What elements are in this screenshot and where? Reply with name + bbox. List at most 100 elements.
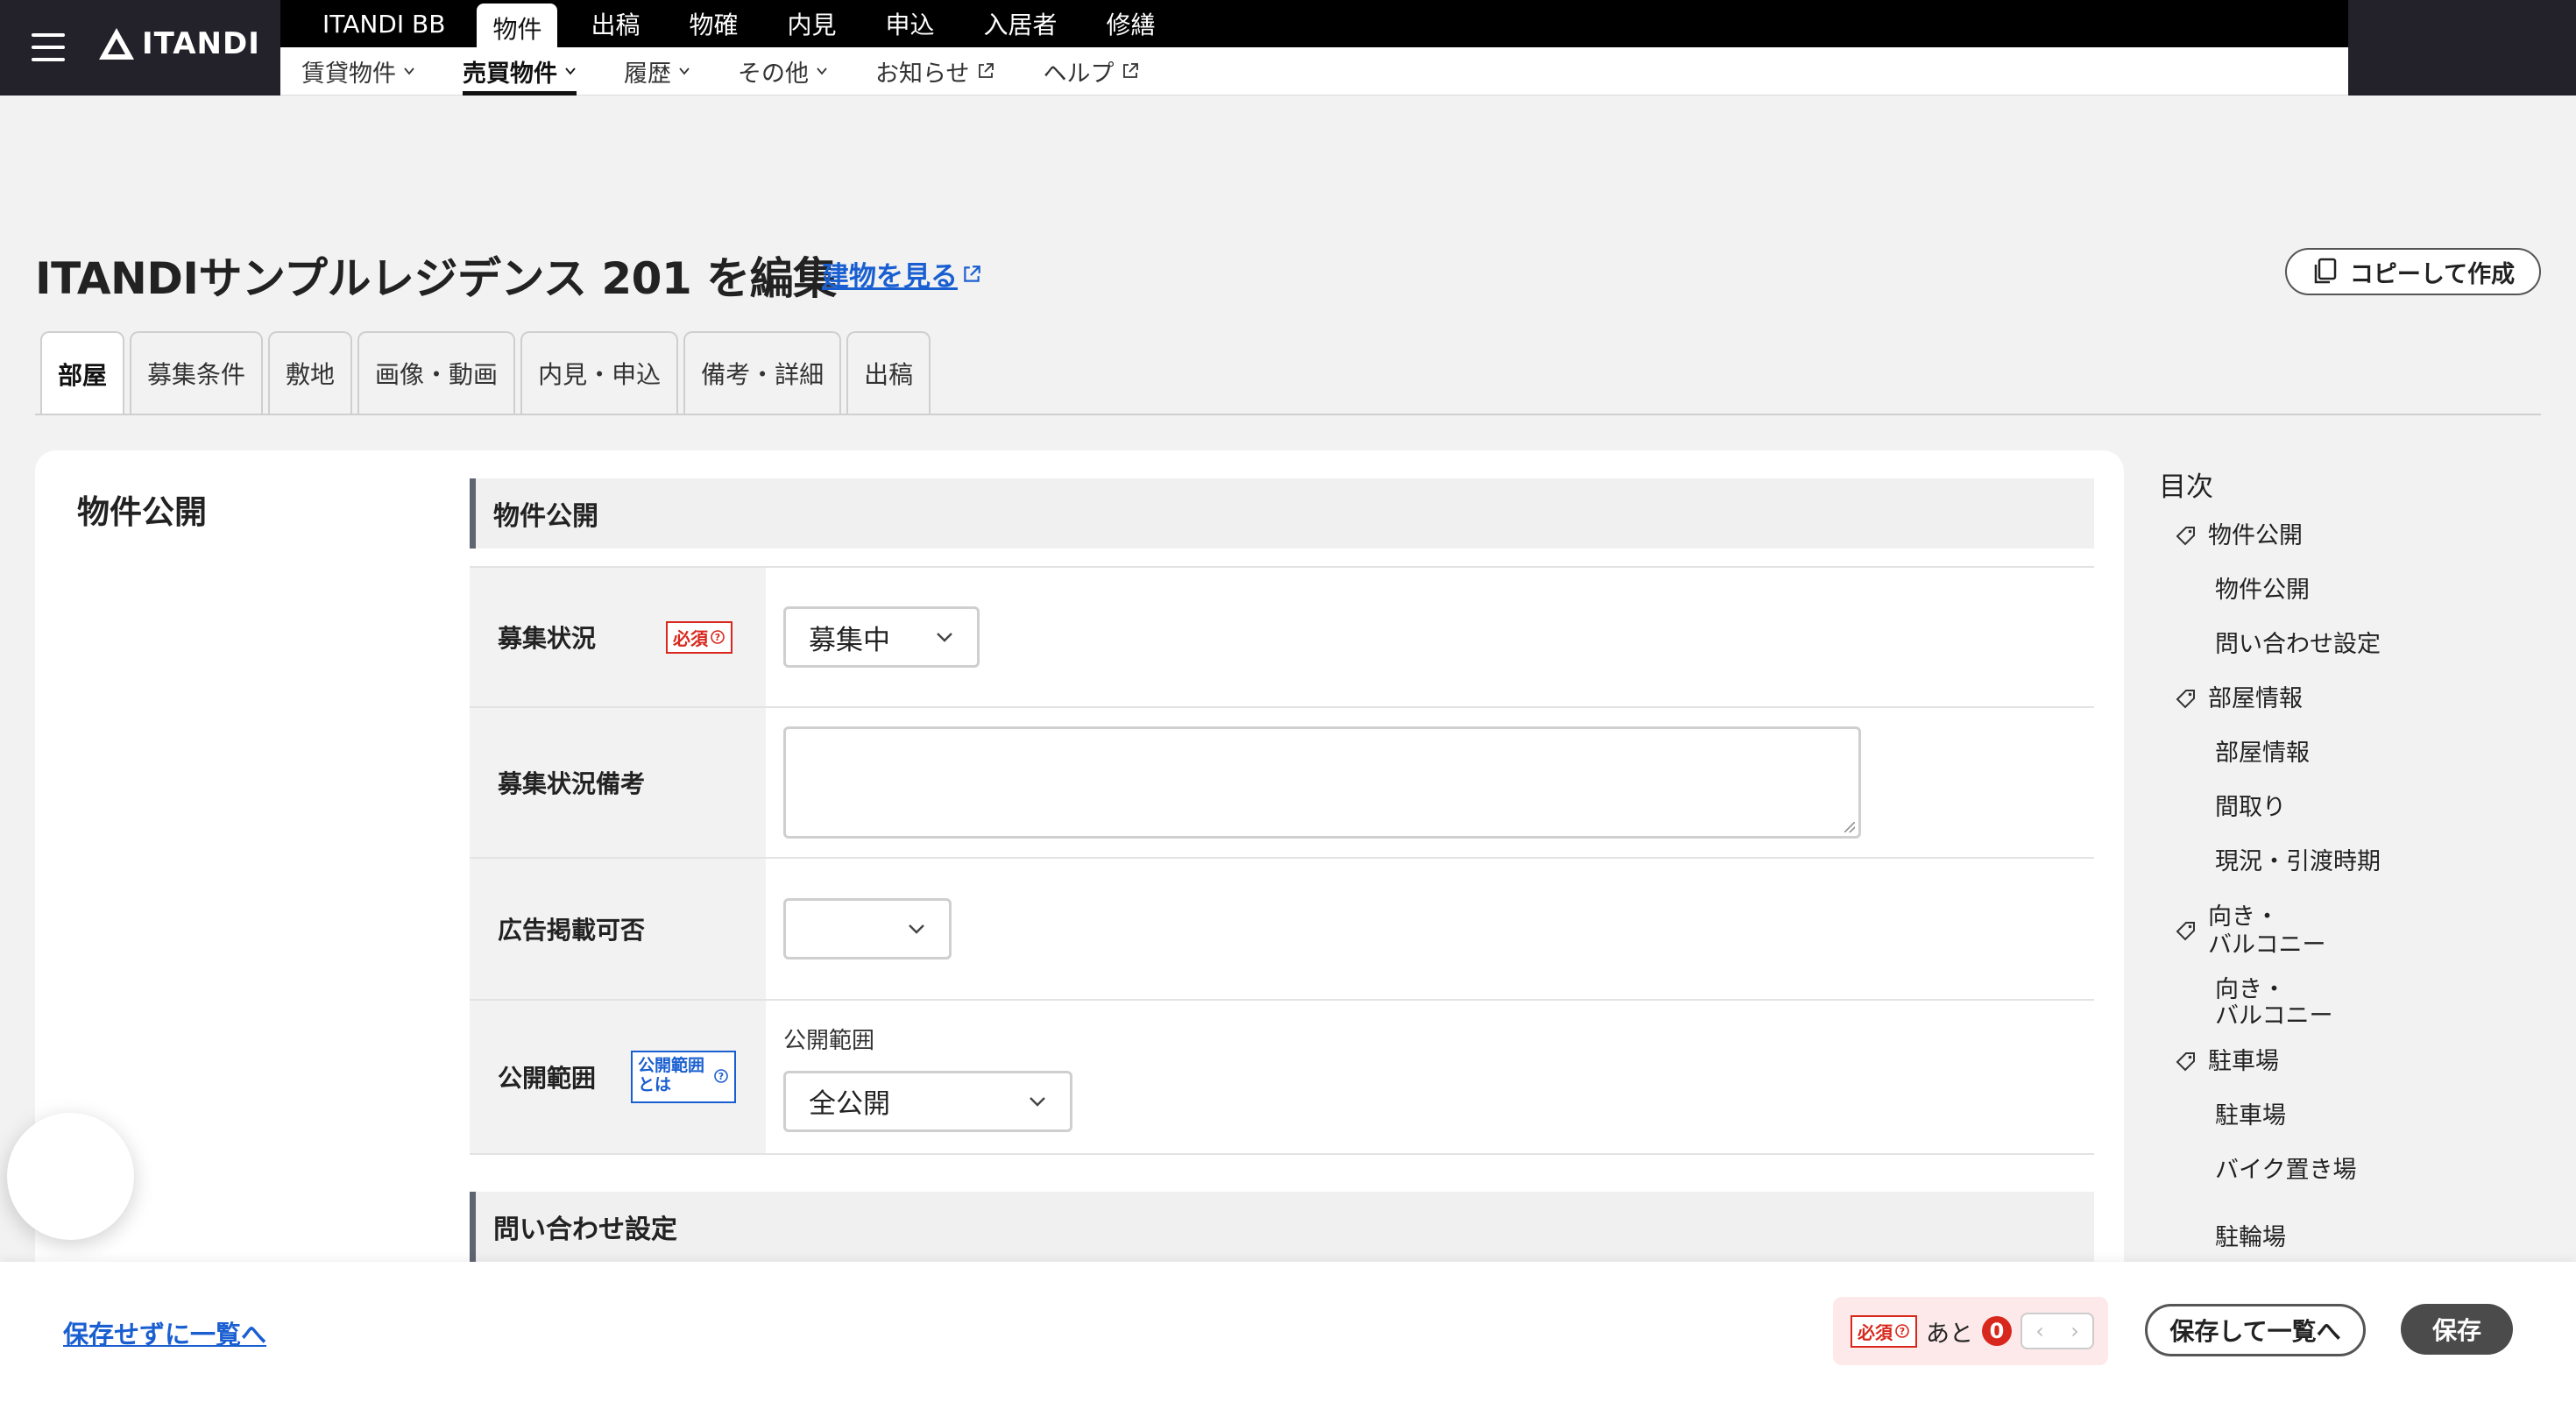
tag-icon — [2176, 527, 2195, 546]
form-row-ad: 広告掲載可否 — [470, 857, 2094, 999]
save-button[interactable]: 保存 — [2401, 1304, 2513, 1355]
logo-text: ITANDI — [142, 26, 260, 61]
scope-info-badge[interactable]: 公開範囲 とは ? — [631, 1051, 736, 1103]
save-and-list-button[interactable]: 保存して一覧へ — [2145, 1304, 2366, 1356]
tab-conditions[interactable]: 募集条件 — [130, 331, 264, 414]
product-nav: ITANDI BB 物件 出稿 物確 内見 申込 入居者 修繕 — [280, 0, 2348, 51]
tag-icon — [2176, 922, 2195, 941]
svg-text:?: ? — [715, 632, 720, 643]
scope-select-value: 全公開 — [809, 1088, 890, 1120]
external-link-icon — [964, 265, 980, 282]
back-without-saving-link[interactable]: 保存せずに一覧へ — [63, 1314, 266, 1351]
tab-remarks[interactable]: 備考・詳細 — [683, 331, 842, 414]
toc-group-parking[interactable]: 駐車場 — [2175, 1049, 2527, 1075]
chevron-down-icon — [909, 924, 924, 934]
required-badge[interactable]: 必須? — [666, 620, 732, 654]
itandi-logo[interactable]: ITANDI — [98, 26, 260, 61]
table-of-contents: 目次 物件公開 物件公開 問い合わせ設定 部屋情報 部屋情報 間取り 現況・引渡… — [2159, 464, 2527, 1212]
subnav-other[interactable]: その他 — [738, 47, 828, 96]
subnav-news[interactable]: お知らせ — [875, 47, 995, 96]
status-select[interactable]: 募集中 — [783, 606, 980, 668]
subnav-other-label: その他 — [738, 60, 809, 88]
chevron-down-icon — [679, 67, 690, 75]
scope-field: 公開範囲 全公開 — [766, 1001, 2094, 1153]
subnav-rental-label: 賃貸物件 — [301, 60, 396, 88]
sub-nav: 賃貸物件 売買物件 履歴 その他 お知らせ ヘルプ — [280, 47, 2348, 96]
nav-item-resident[interactable]: 入居者 — [968, 1, 1073, 46]
form-row-scope: 公開範囲 公開範囲 とは ? 公開範囲 全公開 — [470, 999, 2094, 1155]
product-name[interactable]: ITANDI BB — [322, 10, 445, 39]
toc-item-orientation[interactable]: 向き・ バルコニー — [2215, 977, 2527, 1030]
scope-label: 公開範囲 — [498, 1064, 597, 1093]
chevron-down-icon — [817, 67, 827, 75]
prev-required-button[interactable]: ‹ — [2022, 1314, 2057, 1348]
nav-item-application[interactable]: 申込 — [870, 1, 951, 46]
nav-item-property[interactable]: 物件 — [477, 4, 558, 51]
subnav-history[interactable]: 履歴 — [624, 47, 690, 96]
svg-text:?: ? — [718, 1071, 724, 1082]
subnav-sale[interactable]: 売買物件 — [463, 47, 577, 96]
next-required-button[interactable]: › — [2057, 1314, 2092, 1348]
nav-item-viewing[interactable]: 内見 — [771, 1, 852, 46]
ad-select[interactable] — [783, 898, 952, 959]
toc-item-publish[interactable]: 物件公開 — [2215, 577, 2527, 604]
toc-item-inquiry[interactable]: 問い合わせ設定 — [2215, 632, 2527, 658]
tabs-divider — [35, 414, 2541, 415]
toc-item-status-handover[interactable]: 現況・引渡時期 — [2215, 849, 2527, 875]
form-row-status-note: 募集状況備考 — [470, 706, 2094, 857]
bottom-action-bar: 保存せずに一覧へ 必須? あと 0 ‹ › 保存して一覧へ 保存 — [0, 1262, 2576, 1402]
view-building-label: 建物を見る — [822, 261, 958, 293]
tab-room[interactable]: 部屋 — [40, 331, 125, 415]
toc-group-label: 物件公開 — [2208, 522, 2303, 549]
toc-group-label: 部屋情報 — [2208, 685, 2303, 712]
toc-item-room-info[interactable]: 部屋情報 — [2215, 740, 2527, 767]
required-badge-text: 必須 — [673, 627, 708, 649]
scope-select[interactable]: 全公開 — [783, 1070, 1072, 1132]
required-badge-text: 必須 — [1858, 1321, 1893, 1343]
publish-form-table: 募集状況 必須? 募集中 募集状況備考 広告掲載可否 公開範囲 公開範囲 とは … — [470, 566, 2094, 1155]
toc-item-line: バルコニー — [2215, 1002, 2333, 1030]
status-select-value: 募集中 — [809, 624, 890, 656]
chevron-down-icon — [565, 67, 576, 75]
toc-group-room[interactable]: 部屋情報 — [2175, 686, 2527, 712]
status-note-field — [766, 708, 2094, 857]
chevron-down-icon — [1030, 1096, 1045, 1107]
required-badge[interactable]: 必須? — [1851, 1314, 1917, 1348]
toc-group-label: 駐車場 — [2208, 1048, 2279, 1075]
nav-item-listing[interactable]: 出稿 — [575, 1, 655, 46]
toc-item-parking[interactable]: 駐車場 — [2215, 1103, 2527, 1129]
subnav-rental[interactable]: 賃貸物件 — [301, 47, 415, 96]
copy-create-button[interactable]: コピーして作成 — [2285, 248, 2541, 295]
toc-item-bike-parking[interactable]: バイク置き場 — [2215, 1158, 2527, 1184]
status-label-cell: 募集状況 必須? — [470, 568, 766, 706]
tag-icon — [2176, 690, 2195, 709]
external-link-icon — [1123, 63, 1139, 78]
toc-group-orientation[interactable]: 向き・ バルコニー — [2175, 903, 2527, 959]
floating-chat-button[interactable] — [7, 1113, 134, 1240]
toc-group-publish[interactable]: 物件公開 — [2175, 523, 2527, 549]
tab-listing[interactable]: 出稿 — [846, 331, 931, 414]
status-note-label-cell: 募集状況備考 — [470, 708, 766, 857]
toc-overflow: 駐輪場 — [2159, 1223, 2527, 1262]
nav-item-repair[interactable]: 修繕 — [1091, 1, 1171, 46]
section-heading-inquiry: 問い合わせ設定 — [470, 1192, 2094, 1262]
header-right-area — [2348, 0, 2576, 96]
nav-item-confirm[interactable]: 物確 — [673, 1, 754, 46]
question-icon: ? — [1895, 1324, 1909, 1338]
scope-info-line1: 公開範囲 — [638, 1056, 705, 1075]
tab-viewing-application[interactable]: 内見・申込 — [520, 331, 679, 414]
required-remaining-indicator: 必須? あと 0 ‹ › — [1833, 1297, 2108, 1365]
scope-label-cell: 公開範囲 公開範囲 とは ? — [470, 1001, 766, 1153]
toc-item-layout[interactable]: 間取り — [2215, 795, 2527, 821]
scope-info-line2: とは — [638, 1075, 672, 1094]
view-building-link[interactable]: 建物を見る — [822, 254, 982, 294]
status-label: 募集状況 — [498, 624, 597, 653]
tab-media[interactable]: 画像・動画 — [357, 331, 516, 414]
hamburger-menu-icon[interactable] — [32, 33, 65, 61]
status-note-label: 募集状況備考 — [498, 769, 646, 798]
status-note-textarea[interactable] — [783, 726, 1861, 839]
toc-item-bicycle-parking[interactable]: 駐輪場 — [2215, 1225, 2527, 1251]
chevron-down-icon — [404, 67, 414, 75]
tab-site[interactable]: 敷地 — [268, 331, 353, 414]
subnav-help[interactable]: ヘルプ — [1043, 47, 1140, 96]
